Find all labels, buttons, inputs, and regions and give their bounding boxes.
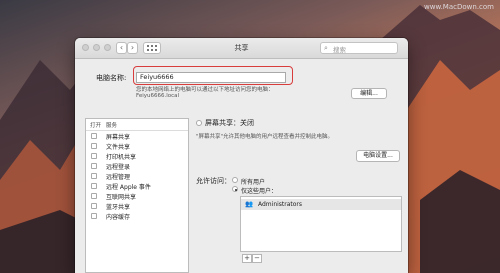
computer-name-label: 电脑名称: <box>96 74 127 82</box>
sharing-preferences-window: ‹ › 共享 ⌕ 搜索 电脑名称: Feiyu6666 您的本地网络上的电脑可以… <box>75 38 408 273</box>
watermark: www.MacDown.com <box>424 3 494 11</box>
service-checkbox[interactable] <box>91 153 97 159</box>
edit-button[interactable]: 编辑... <box>351 88 387 99</box>
service-label: 蓝牙共享 <box>106 204 131 211</box>
annotation-highlight <box>133 66 293 85</box>
service-row[interactable]: 打印机共享 <box>86 152 188 162</box>
service-label: 文件共享 <box>106 144 131 151</box>
allowed-users-list: 👥 Administrators <box>240 196 402 252</box>
all-users-label: 所有用户 <box>241 179 266 186</box>
search-icon: ⌕ <box>324 44 328 52</box>
local-address: Feiyu6666.local <box>136 93 180 99</box>
service-label: 屏幕共享 <box>106 134 131 141</box>
service-checkbox[interactable] <box>91 183 97 189</box>
service-checkbox[interactable] <box>91 163 97 169</box>
service-row[interactable]: 互联网共享 <box>86 192 188 202</box>
column-service: 服务 <box>106 123 118 129</box>
only-these-users-radio[interactable] <box>232 186 238 192</box>
service-row[interactable]: 文件共享 <box>86 142 188 152</box>
service-checkbox[interactable] <box>91 193 97 199</box>
service-row[interactable]: 远程管理 <box>86 172 188 182</box>
services-list: 打开 服务 屏幕共享 文件共享 打印机共享 远程登录 远程管理 远程 Apple… <box>85 118 189 273</box>
column-on: 打开 <box>90 123 102 129</box>
service-checkbox[interactable] <box>91 133 97 139</box>
service-checkbox[interactable] <box>91 213 97 219</box>
computer-settings-button[interactable]: 电脑设置... <box>356 150 400 162</box>
search-placeholder: 搜索 <box>333 46 346 54</box>
service-label: 互联网共享 <box>106 194 137 201</box>
only-these-users-label: 仅这些用户： <box>241 188 278 195</box>
services-list-header: 打开 服务 <box>86 119 188 131</box>
service-row[interactable]: 远程登录 <box>86 162 188 172</box>
remove-user-button[interactable]: − <box>252 254 262 263</box>
user-row[interactable]: 👥 Administrators <box>241 199 401 210</box>
group-icon: 👥 <box>245 200 254 208</box>
all-users-radio[interactable] <box>232 177 238 183</box>
service-row[interactable]: 远程 Apple 事件 <box>86 182 188 192</box>
screen-sharing-status-indicator <box>196 120 202 126</box>
service-checkbox[interactable] <box>91 203 97 209</box>
service-row[interactable]: 屏幕共享 <box>86 132 188 142</box>
add-user-button[interactable]: + <box>242 254 252 263</box>
service-row[interactable]: 内容缓存 <box>86 212 188 222</box>
service-label: 远程管理 <box>106 174 131 181</box>
title-bar: ‹ › 共享 ⌕ 搜索 <box>75 38 408 59</box>
service-row[interactable]: 蓝牙共享 <box>86 202 188 212</box>
address-info-text: 您的本地网络上的电脑可以通过以下地址访问您的电脑： <box>136 87 274 93</box>
user-name: Administrators <box>258 201 303 208</box>
allow-access-label: 允许访问： <box>196 177 231 185</box>
service-label: 打印机共享 <box>106 154 137 161</box>
service-label: 远程 Apple 事件 <box>106 184 151 191</box>
service-label: 远程登录 <box>106 164 131 171</box>
service-label: 内容缓存 <box>106 214 131 221</box>
screen-sharing-description: "屏幕共享"允许其他电脑的用户远程查看并控制此电脑。 <box>196 134 334 140</box>
service-checkbox[interactable] <box>91 173 97 179</box>
service-checkbox[interactable] <box>91 143 97 149</box>
screen-sharing-status: 屏幕共享：关闭 <box>205 119 254 127</box>
search-field[interactable]: ⌕ 搜索 <box>320 42 398 54</box>
